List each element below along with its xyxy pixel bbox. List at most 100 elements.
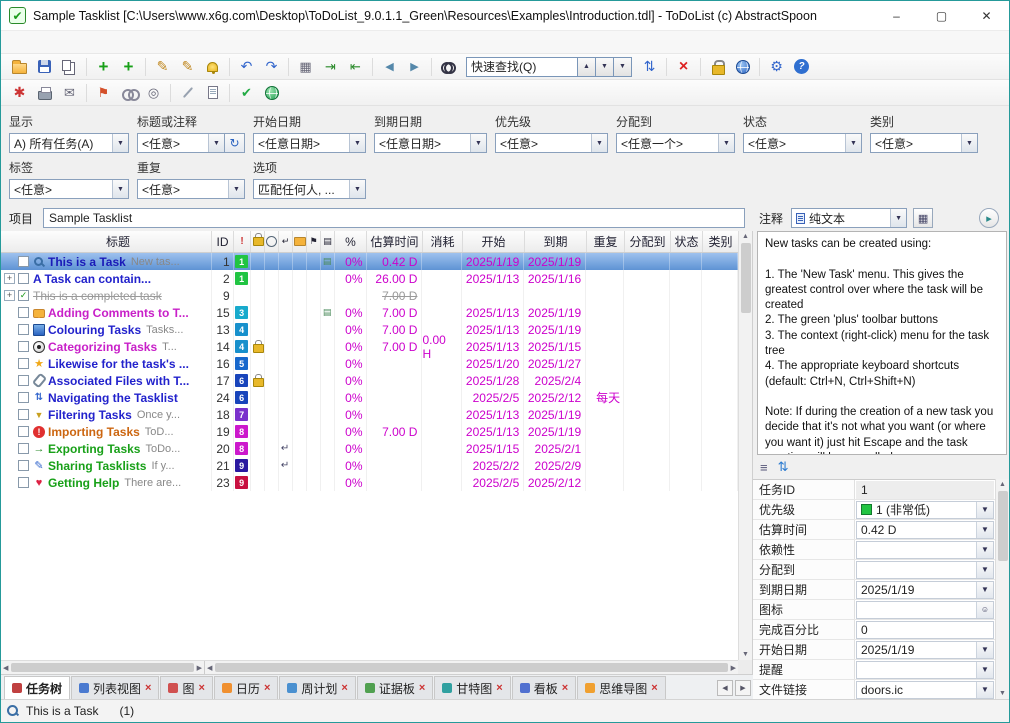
tree-expander[interactable] bbox=[4, 375, 15, 386]
table-row[interactable]: Likewise for the task's ... 16 5 0% 2025… bbox=[1, 355, 738, 372]
indent-left-button[interactable]: ⇤ bbox=[344, 56, 367, 78]
attribute-value-field[interactable]: 2025/1/19 ▼ bbox=[856, 641, 994, 659]
quick-find-dropdown-button[interactable]: ▼ bbox=[614, 57, 632, 77]
tree-expander[interactable] bbox=[4, 324, 15, 335]
column-header-flag-icon[interactable]: ⚑ bbox=[307, 231, 321, 252]
menu-item[interactable] bbox=[5, 40, 21, 44]
find-tasks-button[interactable] bbox=[437, 56, 460, 78]
tab-scroll-right-icon[interactable]: ▶ bbox=[735, 680, 751, 696]
chevron-down-icon[interactable]: ▼ bbox=[349, 134, 365, 152]
attribute-row[interactable]: 开始日期 2025/1/19 ▼ bbox=[753, 640, 995, 660]
tab-close-icon[interactable]: × bbox=[562, 682, 568, 694]
filter-combobox[interactable]: <任意> ▼ bbox=[743, 133, 862, 153]
columns-pane-hscroll[interactable]: ◀ ▶ bbox=[205, 661, 738, 674]
approve-button[interactable]: ✔ bbox=[235, 82, 258, 104]
chevron-down-icon[interactable]: ▼ bbox=[718, 134, 734, 152]
task-checkbox[interactable] bbox=[18, 477, 29, 488]
chevron-down-icon[interactable]: ▼ bbox=[845, 134, 861, 152]
column-header-return-icon[interactable]: ↵ bbox=[279, 231, 293, 252]
attribute-value-field[interactable]: 1 (非常低) ▼ bbox=[856, 501, 994, 519]
next-task-button[interactable]: ▶ bbox=[403, 56, 426, 78]
new-subtask-button[interactable]: + bbox=[117, 56, 140, 78]
task-checkbox[interactable]: ✓ bbox=[18, 290, 29, 301]
view-tab[interactable]: 甘特图 × bbox=[434, 676, 510, 699]
lock-button[interactable] bbox=[706, 56, 729, 78]
task-checkbox[interactable] bbox=[18, 358, 29, 369]
attribute-sort-icon[interactable]: ⇅ bbox=[778, 459, 789, 475]
chevron-down-icon[interactable]: ▼ bbox=[112, 134, 128, 152]
column-header-category[interactable]: 类别 bbox=[703, 231, 739, 252]
attribute-list-icon[interactable]: ≡ bbox=[760, 460, 768, 475]
menu-item[interactable] bbox=[117, 40, 133, 44]
document-button[interactable] bbox=[201, 82, 224, 104]
chevron-down-icon[interactable]: ▼ bbox=[470, 134, 486, 152]
filter-combobox[interactable]: <任意> ▼ bbox=[137, 133, 225, 153]
web-update-button[interactable] bbox=[260, 82, 283, 104]
chevron-down-icon[interactable]: ▼ bbox=[349, 180, 365, 198]
tree-expander[interactable]: + bbox=[4, 290, 15, 301]
attribute-value-field[interactable]: 0.42 D ▼ bbox=[856, 521, 994, 539]
tree-expander[interactable] bbox=[4, 426, 15, 437]
task-checkbox[interactable] bbox=[18, 375, 29, 386]
task-checkbox[interactable] bbox=[18, 307, 29, 318]
filter-combobox[interactable]: <任意> ▼ bbox=[9, 179, 129, 199]
filter-combobox[interactable]: <任意一个> ▼ bbox=[616, 133, 735, 153]
menu-item[interactable] bbox=[133, 40, 149, 44]
comment-tools-button[interactable]: ▦ bbox=[913, 208, 933, 228]
filter-combobox[interactable]: 匹配任何人, ... ▼ bbox=[253, 179, 366, 199]
scroll-down-icon[interactable]: ▼ bbox=[999, 690, 1006, 697]
attribute-row[interactable]: 图标 ☺ bbox=[753, 600, 995, 620]
column-header-status[interactable]: 状态 bbox=[671, 231, 703, 252]
attribute-row[interactable]: 优先级 1 (非常低) ▼ bbox=[753, 500, 995, 520]
column-header-start[interactable]: 开始 bbox=[463, 231, 525, 252]
view-tab[interactable]: 图 × bbox=[160, 676, 212, 699]
scrollbar-thumb[interactable] bbox=[215, 663, 727, 672]
view-tab[interactable]: 思维导图 × bbox=[577, 676, 665, 699]
quick-find-next-button[interactable]: ▼ bbox=[596, 57, 614, 77]
tab-close-icon[interactable]: × bbox=[651, 682, 657, 694]
tree-expander[interactable] bbox=[4, 307, 15, 318]
flag-task-button[interactable]: ⚑ bbox=[92, 82, 115, 104]
table-row[interactable]: Adding Comments to T... 15 3 ▤ 0% 7.00 D… bbox=[1, 304, 738, 321]
table-row[interactable]: Navigating the Tasklist 24 6 0% 2025/2/5 bbox=[1, 389, 738, 406]
tab-close-icon[interactable]: × bbox=[496, 682, 502, 694]
chevron-down-icon[interactable]: ▼ bbox=[591, 134, 607, 152]
column-header-id[interactable]: ID bbox=[212, 231, 234, 252]
scrollbar-thumb[interactable] bbox=[741, 243, 751, 313]
scrollbar-thumb[interactable] bbox=[998, 491, 1008, 561]
task-checkbox[interactable] bbox=[18, 426, 29, 437]
menu-item[interactable] bbox=[37, 40, 53, 44]
table-row[interactable]: Filtering Tasks Once y... 18 7 0% 2025/1… bbox=[1, 406, 738, 423]
project-title-input[interactable]: Sample Tasklist bbox=[43, 208, 745, 228]
tree-expander[interactable] bbox=[4, 392, 15, 403]
attribute-row[interactable]: 文件链接 doors.ic ▼ bbox=[753, 680, 995, 699]
scroll-left-icon[interactable]: ◀ bbox=[3, 664, 8, 672]
attribute-dropdown-button[interactable]: ☺ bbox=[976, 602, 993, 618]
attribute-row[interactable]: 到期日期 2025/1/19 ▼ bbox=[753, 580, 995, 600]
column-header-spent[interactable]: 消耗 bbox=[423, 231, 463, 252]
scroll-left-icon[interactable]: ◀ bbox=[207, 664, 212, 672]
save-button[interactable] bbox=[33, 56, 56, 78]
chevron-down-icon[interactable]: ▼ bbox=[112, 180, 128, 198]
column-header-clock-icon[interactable] bbox=[265, 231, 279, 252]
attribute-value-field[interactable]: ☺ bbox=[856, 601, 994, 619]
task-checkbox[interactable] bbox=[18, 409, 29, 420]
view-tab[interactable]: 列表视图 × bbox=[71, 676, 159, 699]
tree-expander[interactable]: + bbox=[4, 273, 15, 284]
table-row[interactable]: Categorizing Tasks T... 14 4 0% 7.00 D 0… bbox=[1, 338, 738, 355]
filter-combobox[interactable]: <任意日期> ▼ bbox=[253, 133, 366, 153]
tree-expander[interactable] bbox=[4, 460, 15, 471]
task-checkbox[interactable] bbox=[18, 324, 29, 335]
help-button[interactable] bbox=[790, 56, 813, 78]
undo-button[interactable]: ↶ bbox=[235, 56, 258, 78]
table-row[interactable]: This is a Task New tas... 1 1 ▤ 0% 0.42 … bbox=[1, 253, 738, 270]
toggle-view-button[interactable]: ◎ bbox=[142, 82, 165, 104]
attribute-row[interactable]: 完成百分比 0 bbox=[753, 620, 995, 640]
tree-expander[interactable] bbox=[4, 409, 15, 420]
comment-expand-button[interactable]: ▸ bbox=[979, 208, 999, 228]
chevron-down-icon[interactable]: ▼ bbox=[890, 209, 906, 227]
delete-task-button[interactable]: × bbox=[672, 56, 695, 78]
task-comments[interactable]: New tasks can be created using: 1. The '… bbox=[757, 231, 1007, 455]
column-header-note-icon[interactable]: ▤ bbox=[321, 231, 335, 252]
task-checkbox[interactable] bbox=[18, 443, 29, 454]
